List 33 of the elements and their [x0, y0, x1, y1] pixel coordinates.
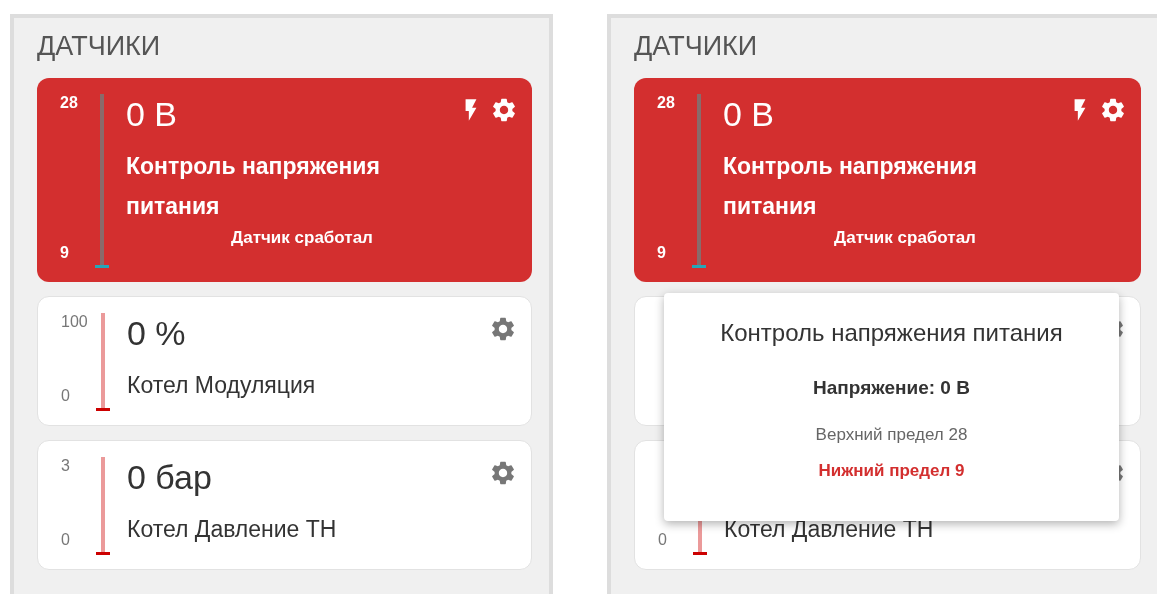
sensor-card[interactable]: 3 0 0 бар Котел Давление ТН	[37, 440, 532, 570]
settings-icon[interactable]	[489, 459, 517, 487]
scale-min: 0	[658, 531, 668, 549]
scale-min: 0	[61, 531, 71, 549]
scale-min: 9	[657, 244, 667, 262]
scale-max: 100	[61, 313, 89, 331]
lower-limit: Нижний предел 9	[818, 461, 965, 481]
sensor-value: 0 бар	[127, 457, 212, 497]
sensor-value: 0 В	[126, 94, 178, 134]
sensor-status: Датчик сработал	[834, 228, 976, 248]
settings-icon[interactable]	[489, 315, 517, 343]
scale-max: 3	[61, 457, 71, 475]
panel-title: ДАТЧИКИ	[634, 30, 759, 63]
scale-min: 9	[60, 244, 70, 262]
scale-max: 28	[657, 94, 676, 112]
settings-icon[interactable]	[1099, 96, 1127, 124]
sensor-value: 0 %	[127, 313, 186, 353]
sensor-name: Котел Модуляция	[127, 371, 317, 400]
tooltip-reading: Напряжение: 0 В	[813, 377, 970, 399]
scale-max: 28	[60, 94, 79, 112]
sensor-card[interactable]: 28 9 0 В Контроль напряжения питания Датчик сработал	[634, 78, 1141, 282]
scale-min: 0	[61, 387, 71, 405]
sensor-card[interactable]: 28 9 0 В Контроль напряжения питания Датчик сработал	[37, 78, 532, 282]
sensor-card[interactable]: 100 0 0 % Котел Модуляция	[37, 296, 532, 426]
sensor-value: 0 В	[723, 94, 775, 134]
settings-icon[interactable]	[490, 96, 518, 124]
sensor-name: Контроль напряжения питания	[126, 152, 381, 221]
sensor-name: Контроль напряжения питания	[723, 152, 978, 221]
panel-title: ДАТЧИКИ	[37, 30, 162, 63]
upper-limit: Верхний предел 28	[815, 425, 968, 445]
sensor-name: Котел Давление ТН	[127, 515, 338, 544]
sensor-status: Датчик сработал	[231, 228, 373, 248]
tooltip-title: Контроль напряжения питания	[720, 319, 1063, 347]
